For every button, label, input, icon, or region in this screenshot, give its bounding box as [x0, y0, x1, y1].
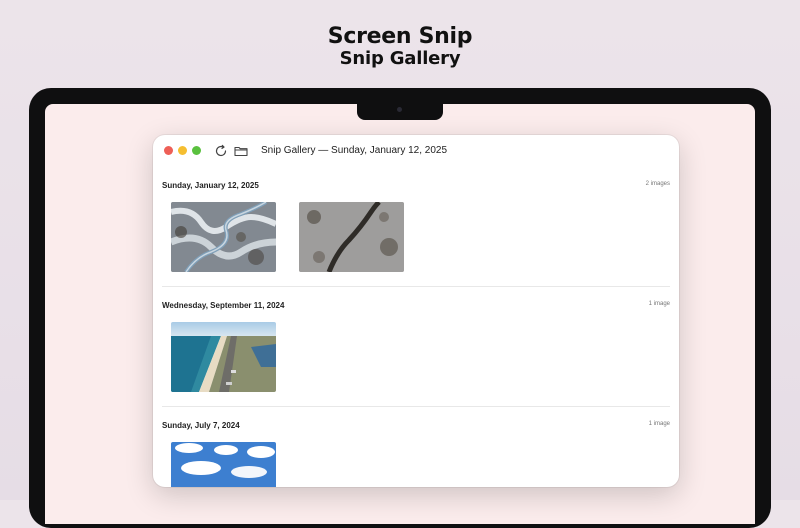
gallery-section: Wednesday, September 11, 2024 1 image [153, 287, 679, 407]
minimize-window-button[interactable] [178, 146, 187, 155]
section-date: Wednesday, September 11, 2024 [162, 301, 285, 310]
close-window-button[interactable] [164, 146, 173, 155]
section-image-count: 1 image [648, 421, 670, 427]
gallery-section: Sunday, July 7, 2024 1 image [153, 407, 679, 487]
window-titlebar[interactable]: Snip Gallery — Sunday, January 12, 2025 [153, 135, 679, 167]
zoom-window-button[interactable] [192, 146, 201, 155]
laptop-screen: Snip Gallery — Sunday, January 12, 2025 … [45, 104, 755, 524]
section-image-count: 1 image [648, 301, 670, 307]
camera-icon [397, 107, 402, 112]
section-date: Sunday, July 7, 2024 [162, 421, 240, 430]
gallery-window: Snip Gallery — Sunday, January 12, 2025 … [153, 135, 679, 487]
section-image-count: 2 images [645, 181, 670, 187]
folder-icon[interactable] [233, 143, 249, 159]
laptop-frame: Snip Gallery — Sunday, January 12, 2025 … [29, 88, 771, 528]
gallery-list[interactable]: Sunday, January 12, 2025 2 images Wednes… [153, 167, 679, 487]
window-title: Snip Gallery — Sunday, January 12, 2025 [261, 145, 448, 156]
hero-title: Screen Snip [327, 24, 473, 49]
gallery-section: Sunday, January 12, 2025 2 images [153, 167, 679, 287]
section-date: Sunday, January 12, 2025 [162, 181, 259, 190]
camera-notch [357, 102, 443, 120]
refresh-icon[interactable] [213, 143, 229, 159]
snip-thumbnail[interactable] [171, 442, 276, 487]
snip-thumbnail[interactable] [171, 322, 276, 392]
snip-thumbnail[interactable] [299, 202, 404, 272]
snip-thumbnail[interactable] [171, 202, 276, 272]
hero-subtitle: Snip Gallery [339, 48, 461, 69]
